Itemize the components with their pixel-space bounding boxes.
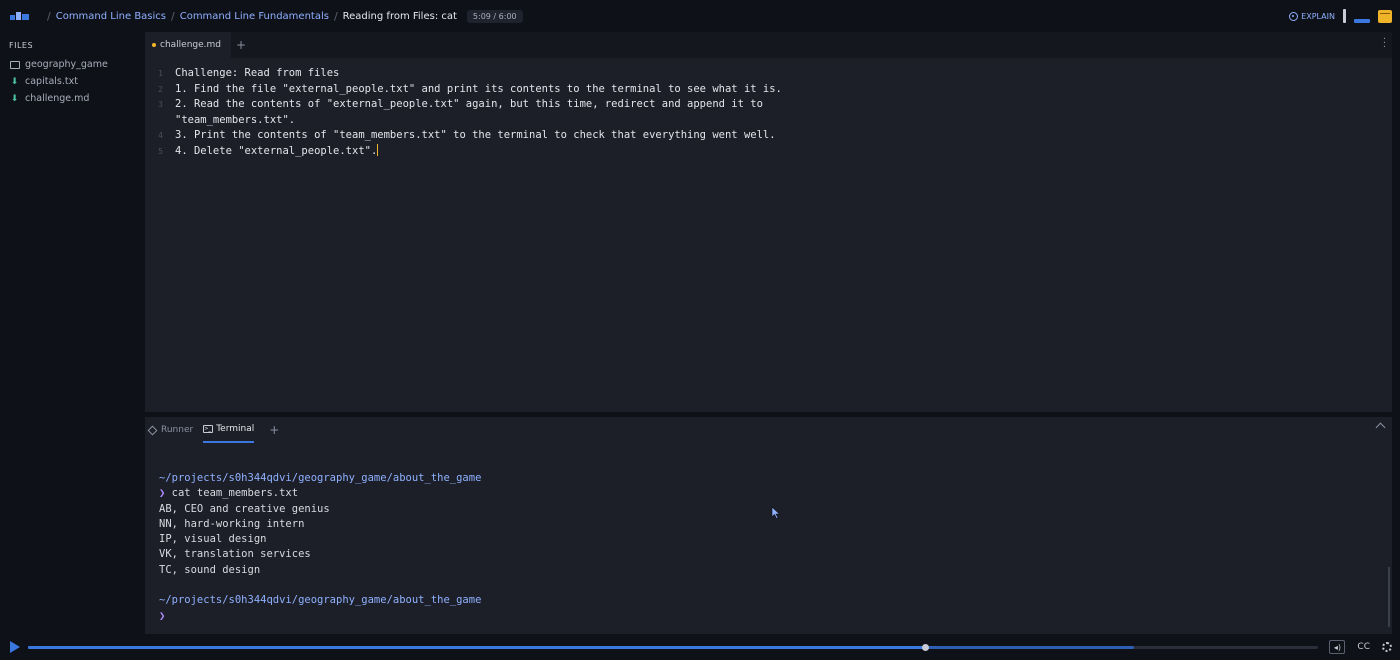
editor-content[interactable]: 1 Challenge: Read from files 2 1. Find t… — [145, 58, 1392, 159]
add-tab-button[interactable]: + — [236, 38, 246, 52]
breadcrumb-separator: / — [171, 9, 175, 23]
line-number: 5 — [158, 146, 163, 156]
code-line: 2 1. Find the file "external_people.txt"… — [145, 82, 1392, 98]
progress-track[interactable] — [28, 644, 1318, 651]
line-number: 1 — [158, 69, 163, 78]
unsaved-dot-icon — [152, 43, 156, 47]
explain-button[interactable]: EXPLAIN — [1289, 11, 1335, 21]
terminal-path: ~/projects/s0h344qdvi/geography_game/abo… — [159, 472, 482, 484]
tab-terminal[interactable]: >_ Terminal — [203, 417, 255, 443]
file-icon: ⬇ — [10, 76, 19, 87]
file-item-capitals-txt[interactable]: ⬇ capitals.txt — [0, 73, 143, 90]
breadcrumb-separator: / — [47, 9, 51, 23]
code-line: "team_members.txt". — [145, 113, 1392, 129]
explain-label: EXPLAIN — [1301, 11, 1335, 21]
terminal-output-line: TC, sound design — [159, 563, 261, 576]
play-icon[interactable] — [10, 641, 20, 653]
terminal-command-line: ❯ cat team_members.txt — [159, 486, 1392, 501]
terminal-output[interactable]: ~/projects/s0h344qdvi/geography_game/abo… — [145, 443, 1392, 624]
terminal-icon: >_ — [203, 425, 214, 433]
line-text: 1. Find the file "external_people.txt" a… — [175, 82, 782, 95]
code-line: 4 3. Print the contents of "team_members… — [145, 128, 1392, 144]
code-line: 3 2. Read the contents of "external_peop… — [145, 97, 1392, 113]
terminal-scrollbar[interactable] — [1388, 567, 1390, 627]
tab-label: Terminal — [216, 424, 255, 434]
top-bar: / Command Line Basics / Command Line Fun… — [0, 0, 1400, 32]
line-text: "team_members.txt". — [175, 113, 296, 126]
mouse-pointer-icon — [771, 506, 781, 519]
panel-toggle-icon[interactable] — [1343, 9, 1346, 23]
tab-label: challenge.md — [160, 40, 222, 50]
add-terminal-button[interactable]: + — [269, 423, 279, 437]
files-title: FILES — [9, 41, 34, 50]
gear-icon[interactable] — [1382, 642, 1392, 652]
prompt-symbol: ❯ — [159, 609, 166, 622]
breadcrumb-course-link[interactable]: Command Line Basics — [56, 11, 166, 22]
terminal-tab-bar: Runner >_ Terminal + — [145, 417, 1392, 443]
terminal-panel: Runner >_ Terminal + ~/projects/s0h344qd… — [145, 417, 1392, 634]
file-item-label: geography_game — [25, 59, 108, 70]
layout-toggle-icon[interactable] — [1354, 9, 1370, 23]
file-item-label: challenge.md — [25, 93, 90, 104]
file-explorer: FILES geography_game ⬇ capitals.txt ⬇ ch… — [0, 32, 143, 634]
tab-runner[interactable]: Runner — [147, 417, 194, 443]
line-number — [145, 113, 175, 129]
terminal-path: ~/projects/s0h344qdvi/geography_game/abo… — [159, 594, 482, 607]
line-text: Challenge: Read from files — [175, 67, 340, 79]
line-number: 4 — [158, 131, 163, 140]
file-item-challenge-md[interactable]: ⬇ challenge.md — [0, 90, 143, 107]
lesson-timer: 5:09 / 6:00 — [466, 9, 523, 23]
code-editor: challenge.md + · · · 1 Challenge: Read fro… — [145, 32, 1392, 412]
file-item-label: capitals.txt — [25, 76, 78, 87]
notes-icon[interactable] — [1378, 9, 1392, 23]
terminal-output-line: IP, visual design — [159, 533, 267, 546]
folder-icon — [9, 60, 20, 69]
playbar-controls: ◂) CC — [1329, 634, 1392, 660]
terminal-command: cat team_members.txt — [165, 487, 299, 500]
progress-knob[interactable] — [921, 644, 929, 651]
more-options-icon[interactable]: · · · — [1383, 35, 1386, 53]
breadcrumb-module-link[interactable]: Command Line Fundamentals — [180, 11, 329, 22]
audio-toggle-icon[interactable]: ◂) — [1329, 640, 1346, 654]
terminal-output-line: VK, translation services — [159, 548, 311, 561]
tab-label: Runner — [161, 425, 194, 435]
file-item-geography-game[interactable]: geography_game — [0, 56, 143, 73]
runner-icon — [147, 425, 158, 435]
breadcrumb-separator: / — [333, 9, 338, 23]
text-cursor — [377, 143, 379, 156]
top-right-controls: EXPLAIN — [1289, 0, 1392, 32]
logo-icon[interactable] — [10, 11, 32, 21]
line-text: 2. Read the contents of "external_people… — [175, 98, 763, 110]
line-number: 2 — [158, 84, 163, 94]
editor-tab-bar: challenge.md + — [145, 32, 1392, 58]
progress-bar — [28, 646, 925, 649]
explain-icon — [1289, 11, 1299, 21]
code-line: 5 4. Delete "external_people.txt". — [145, 143, 1392, 160]
captions-button[interactable]: CC — [1357, 642, 1370, 652]
code-line: 1 Challenge: Read from files — [145, 66, 1392, 82]
breadcrumb-lesson-title: Reading from Files: cat — [342, 10, 457, 22]
line-number: 3 — [158, 100, 163, 109]
tab-challenge-md[interactable]: challenge.md — [145, 32, 232, 58]
line-text: 3. Print the contents of "team_members.t… — [175, 129, 776, 141]
video-playbar: ◂) CC — [0, 634, 1400, 660]
line-text: 4. Delete "external_people.txt". — [175, 144, 378, 157]
file-icon: ⬇ — [10, 93, 19, 104]
